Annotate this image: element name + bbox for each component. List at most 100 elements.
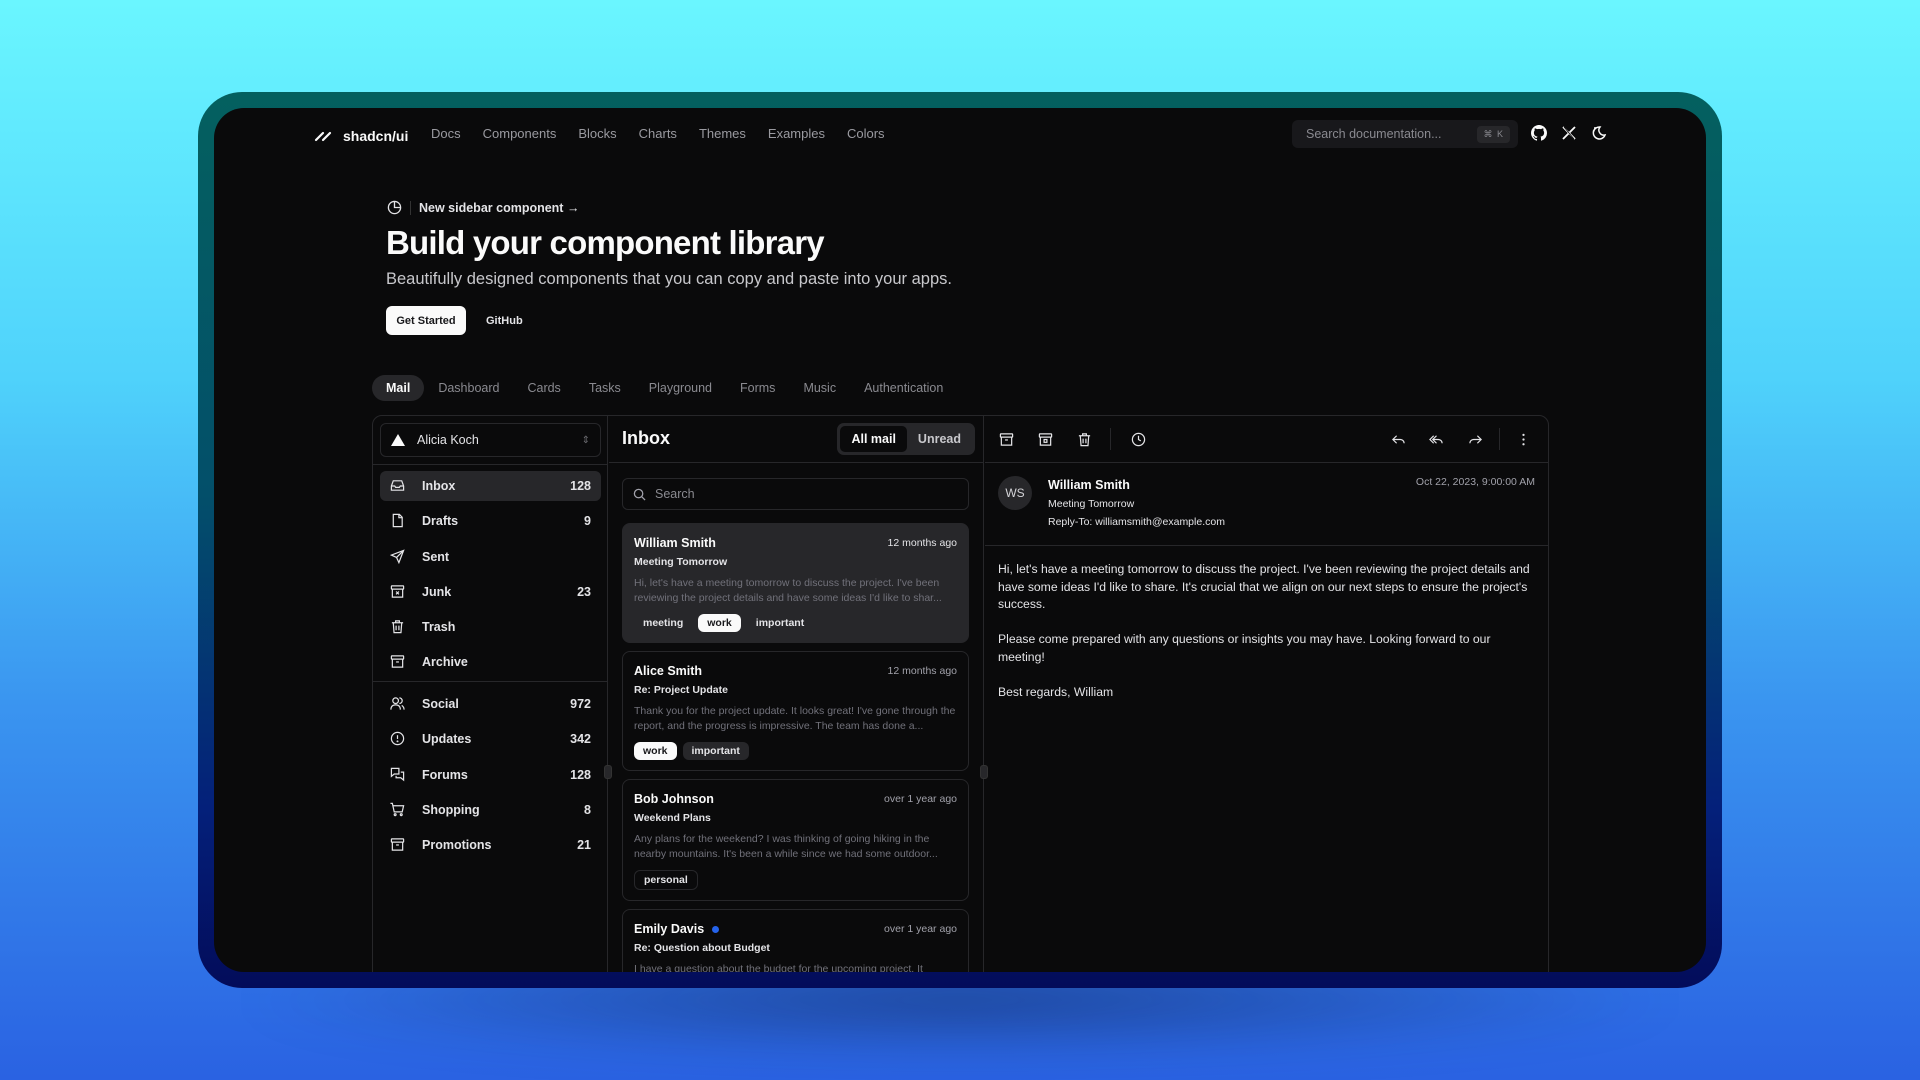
sidebar-item-label: Drafts [422,514,459,529]
trash-button[interactable] [1074,429,1094,449]
sidebar-item-label: Sent [422,549,450,564]
message-header: WS William Smith Meeting Tomorrow Reply-… [985,464,1548,546]
sidebar-item-promotions[interactable]: Promotions 21 [380,830,601,860]
archive-icon [390,654,406,670]
message-paragraph: Best regards, William [998,685,1114,700]
list-header: Inbox All mail Unread [609,416,983,463]
email-subject: Re: Question about Budget [634,942,770,954]
reply-all-button[interactable] [1426,429,1446,449]
message-reply-to: Reply-To: williamsmith@example.com [1048,516,1225,528]
cart-icon [390,802,406,818]
search-documentation-input[interactable]: Search documentation... ⌘ K [1292,120,1518,148]
email-time: over 1 year ago [884,923,957,935]
github-button[interactable]: GitHub [476,306,533,335]
archive-button[interactable] [996,429,1016,449]
sidebar-item-sent[interactable]: Sent [380,542,601,572]
tab-cards[interactable]: Cards [513,375,574,401]
email-item[interactable]: Alice Smith 12 months ago Re: Project Up… [622,651,969,771]
sidebar-item-junk[interactable]: Junk 23 [380,577,601,607]
mail-sidebar: Alicia Koch ⇕ Inbox 128 Drafts 9 Sent Ju… [373,416,608,972]
example-tabs: Mail Dashboard Cards Tasks Playground Fo… [372,375,957,401]
nav-link-blocks[interactable]: Blocks [578,126,616,141]
sidebar-item-drafts[interactable]: Drafts 9 [380,506,601,536]
tab-playground[interactable]: Playground [635,375,726,401]
sidebar-item-updates[interactable]: Updates 342 [380,724,601,754]
tag-badge: meeting [643,617,684,629]
logo-icon [313,123,333,148]
account-logo-icon [391,434,405,446]
mail-search-input[interactable]: Search [622,478,969,510]
github-icon[interactable] [1530,124,1548,142]
trash-icon [1078,432,1090,446]
sidebar-divider [373,464,607,465]
toolbar-divider [1110,428,1111,450]
reply-button[interactable] [1388,429,1408,449]
tag-badge: important [755,617,805,629]
nav-link-themes[interactable]: Themes [699,126,746,141]
message-sender: William Smith [1048,478,1130,492]
archive-x-icon [1038,432,1052,446]
get-started-button[interactable]: Get Started [386,306,466,335]
email-sender: Bob Johnson [634,792,714,806]
message-paragraph: Please come prepared with any questions … [998,632,1491,664]
sidebar-item-forums[interactable]: Forums 128 [380,760,601,790]
filter-unread[interactable]: Unread [907,426,972,452]
tab-forms[interactable]: Forms [726,375,789,401]
forward-icon [1468,434,1482,444]
archive-icon [999,432,1013,446]
tab-authentication[interactable]: Authentication [850,375,957,401]
sidebar-item-trash[interactable]: Trash [380,612,601,642]
email-preview: I have a question about the budget for t… [634,963,923,972]
sidebar-item-label: Promotions [422,838,492,853]
more-button[interactable] [1513,429,1533,449]
email-item[interactable]: William Smith 12 months ago Meeting Tomo… [622,523,969,643]
tab-dashboard[interactable]: Dashboard [424,375,513,401]
tab-music[interactable]: Music [789,375,850,401]
archive-x-icon [390,584,406,600]
sidebar-item-archive[interactable]: Archive [380,647,601,677]
email-subject: Weekend Plans [634,812,711,824]
trash-icon [390,619,406,635]
message-subject: Meeting Tomorrow [1048,498,1135,510]
move-to-junk-button[interactable] [1035,429,1055,449]
email-sender: Alice Smith [634,664,703,678]
nav-link-examples[interactable]: Examples [768,126,825,141]
sidebar-item-inbox[interactable]: Inbox 128 [380,471,601,501]
announcement-divider [410,200,411,215]
email-tags: work important [634,742,957,760]
tag-badge: work [698,614,741,632]
nav-link-charts[interactable]: Charts [639,126,677,141]
nav-link-components[interactable]: Components [483,126,557,141]
secondary-folders: Social 972 Updates 342 Forums 128 Shoppi… [380,689,601,865]
nav-links: Docs Components Blocks Charts Themes Exa… [431,126,885,141]
email-time: 12 months ago [887,665,957,677]
logo[interactable]: shadcn/ui [313,123,408,148]
tag-badge: personal [634,870,698,890]
forward-button[interactable] [1465,429,1485,449]
mail-filter-toggle: All mail Unread [837,423,975,455]
sidebar-item-social[interactable]: Social 972 [380,689,601,719]
email-item[interactable]: Bob Johnson over 1 year ago Weekend Plan… [622,779,969,901]
reply-all-icon [1428,434,1443,444]
snooze-button[interactable] [1128,429,1148,449]
theme-toggle-icon[interactable] [1590,124,1608,142]
email-subject: Meeting Tomorrow [634,556,728,568]
email-preview: Thank you for the project update. It loo… [634,705,956,732]
email-tags: meeting work important [634,614,957,632]
account-switcher[interactable]: Alicia Koch ⇕ [380,423,601,457]
announcement-link[interactable]: New sidebar component → [387,200,579,215]
sidebar-item-shopping[interactable]: Shopping 8 [380,795,601,825]
pie-chart-icon [387,200,402,215]
nav-link-colors[interactable]: Colors [847,126,885,141]
nav-link-docs[interactable]: Docs [431,126,461,141]
email-item[interactable]: Emily Davis over 1 year ago Re: Question… [622,909,969,972]
mail-app: Alicia Koch ⇕ Inbox 128 Drafts 9 Sent Ju… [372,415,1549,972]
tab-mail[interactable]: Mail [372,375,425,401]
sidebar-item-label: Archive [422,655,468,670]
x-twitter-icon[interactable] [1560,124,1578,142]
filter-all-mail[interactable]: All mail [840,426,907,452]
file-icon [390,513,406,529]
message-paragraph: Hi, let's have a meeting tomorrow to dis… [998,562,1530,612]
tab-tasks[interactable]: Tasks [575,375,635,401]
sidebar-item-count: 23 [577,584,591,599]
